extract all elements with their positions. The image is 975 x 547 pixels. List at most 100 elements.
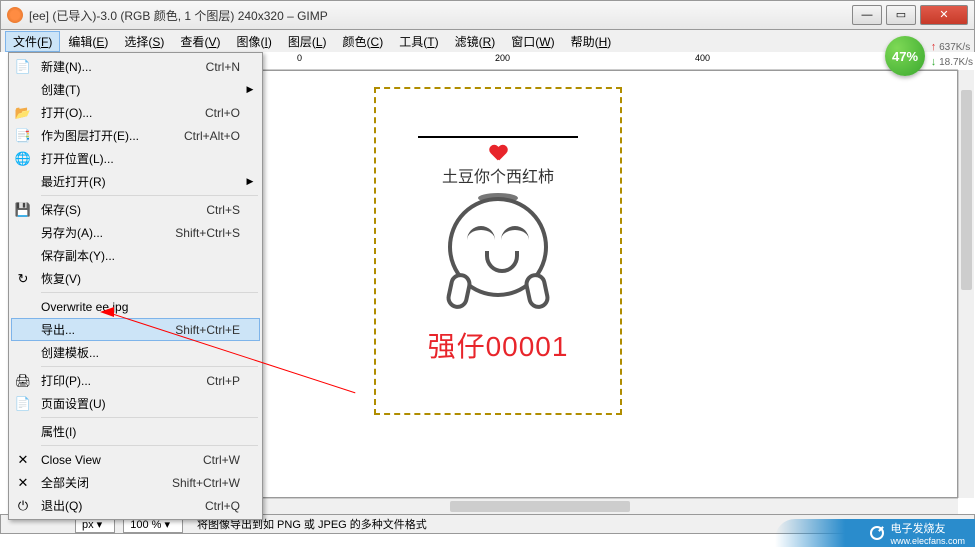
menu-item-8[interactable]: 另存为(A)... Shift+Ctrl+S — [11, 221, 260, 244]
menu-item-label: 打印(P)... — [33, 372, 206, 389]
menu-item-shortcut: Ctrl+S — [206, 203, 244, 217]
window-title: [ee] (已导入)-3.0 (RGB 颜色, 1 个图层) 240x320 –… — [29, 7, 852, 24]
menu-item-icon — [13, 423, 33, 441]
menu-item-icon: ✕ — [13, 451, 33, 469]
menu-item-icon: 💾 — [13, 201, 33, 219]
menu-item-label: 创建模板... — [33, 344, 240, 361]
menu-item-icon — [13, 224, 33, 242]
menu-item-icon: ↻ — [13, 270, 33, 288]
menu-item-label: 属性(I) — [33, 423, 240, 440]
window-titlebar: [ee] (已导入)-3.0 (RGB 颜色, 1 个图层) 240x320 –… — [0, 0, 975, 30]
heart-icon — [489, 144, 507, 162]
menu-filters[interactable]: 滤镜(R) — [447, 31, 504, 52]
menu-item-5[interactable]: 最近打开(R) ▶ — [11, 170, 260, 193]
menu-item-icon: 🌐 — [13, 150, 33, 168]
menu-item-label: 打开位置(L)... — [33, 150, 240, 167]
emoji-face — [443, 197, 553, 307]
menu-item-icon: 📂 — [13, 104, 33, 122]
menu-item-21[interactable]: ✕ Close View Ctrl+W — [11, 448, 260, 471]
menu-help[interactable]: 帮助(H) — [563, 31, 620, 52]
window-controls: — ▭ ✕ — [852, 5, 968, 25]
menu-item-shortcut: Ctrl+N — [206, 60, 244, 74]
menu-item-9[interactable]: 保存副本(Y)... — [11, 244, 260, 267]
close-button[interactable]: ✕ — [920, 5, 968, 25]
menu-item-icon: ✕ — [13, 474, 33, 492]
menu-item-4[interactable]: 🌐 打开位置(L)... — [11, 147, 260, 170]
menu-item-7[interactable]: 💾 保存(S) Ctrl+S — [11, 198, 260, 221]
menu-item-label: 保存副本(Y)... — [33, 247, 240, 264]
menu-window[interactable]: 窗口(W) — [503, 31, 562, 52]
canvas-content: 土豆你个西红柿 强仔00001 — [378, 136, 618, 456]
scrollbar-thumb[interactable] — [961, 90, 972, 290]
menu-select[interactable]: 选择(S) — [116, 31, 172, 52]
menu-item-19[interactable]: 属性(I) — [11, 420, 260, 443]
menu-item-icon — [13, 298, 33, 316]
menu-item-label: 新建(N)... — [33, 58, 206, 75]
menu-item-shortcut: Ctrl+Alt+O — [184, 129, 244, 143]
horizontal-ruler: 0 200 400 600 — [263, 52, 958, 70]
watermark-icon — [870, 526, 884, 540]
menu-item-label: 退出(Q) — [33, 497, 205, 514]
menu-item-shortcut: Ctrl+O — [205, 106, 244, 120]
menu-item-label: 创建(T) — [33, 81, 240, 98]
menu-item-23[interactable]: ⏻ 退出(Q) Ctrl+Q — [11, 494, 260, 517]
menu-item-label: Close View — [33, 453, 203, 467]
file-menu-dropdown: 📄 新建(N)... Ctrl+N 创建(T) ▶📂 打开(O)... Ctrl… — [8, 52, 263, 520]
menu-item-label: 恢复(V) — [33, 270, 240, 287]
menu-item-icon: 📄 — [13, 395, 33, 413]
vertical-scrollbar[interactable] — [958, 70, 974, 498]
menu-item-2[interactable]: 📂 打开(O)... Ctrl+O — [11, 101, 260, 124]
image-canvas[interactable]: 土豆你个西红柿 强仔00001 — [378, 91, 618, 411]
menu-item-shortcut: Shift+Ctrl+S — [175, 226, 244, 240]
canvas-signature: 强仔00001 — [378, 325, 618, 365]
menu-item-label: 作为图层打开(E)... — [33, 127, 184, 144]
menu-item-0[interactable]: 📄 新建(N)... Ctrl+N — [11, 55, 260, 78]
menu-image[interactable]: 图像(I) — [228, 31, 279, 52]
maximize-button[interactable]: ▭ — [886, 5, 916, 25]
menu-item-label: 打开(O)... — [33, 104, 205, 121]
menu-item-icon — [13, 247, 33, 265]
menu-item-shortcut: Ctrl+Q — [205, 499, 244, 513]
menu-item-icon — [13, 173, 33, 191]
watermark-title: 电子发烧友 — [890, 520, 965, 536]
menu-item-label: Overwrite ee.jpg — [33, 300, 240, 314]
annotation-arrowhead — [100, 307, 114, 317]
app-icon — [7, 7, 23, 23]
menu-item-1[interactable]: 创建(T) ▶ — [11, 78, 260, 101]
menu-item-label: 另存为(A)... — [33, 224, 175, 241]
menu-tools[interactable]: 工具(T) — [391, 31, 446, 52]
submenu-arrow-icon: ▶ — [244, 176, 256, 187]
menu-item-12[interactable]: Overwrite ee.jpg — [11, 295, 260, 318]
menu-layer[interactable]: 图层(L) — [280, 31, 335, 52]
menu-item-icon — [13, 344, 33, 362]
menu-item-10[interactable]: ↻ 恢复(V) — [11, 267, 260, 290]
menu-item-icon: 📄 — [13, 58, 33, 76]
menu-view[interactable]: 查看(V) — [172, 31, 228, 52]
menu-item-icon: 📑 — [13, 127, 33, 145]
menu-item-17[interactable]: 📄 页面设置(U) — [11, 392, 260, 415]
menu-item-shortcut: Ctrl+P — [206, 374, 244, 388]
canvas-caption: 土豆你个西红柿 — [378, 163, 618, 187]
scrollbar-thumb[interactable] — [450, 501, 630, 512]
menu-item-shortcut: Shift+Ctrl+W — [172, 476, 244, 490]
network-speed: ↑ 637K/s ↓ 18.7K/s — [931, 40, 973, 70]
menu-item-icon: 🖨 — [13, 372, 33, 390]
menu-item-label: 最近打开(R) — [33, 173, 240, 190]
menu-item-label: 页面设置(U) — [33, 395, 240, 412]
menu-item-icon — [13, 81, 33, 99]
menu-item-14[interactable]: 创建模板... — [11, 341, 260, 364]
menu-file[interactable]: 文件(F) — [5, 31, 60, 52]
watermark: 电子发烧友 www.elecfans.com — [775, 519, 975, 547]
menu-item-label: 全部关闭 — [33, 474, 172, 491]
menu-edit[interactable]: 编辑(E) — [60, 31, 116, 52]
menu-item-22[interactable]: ✕ 全部关闭 Shift+Ctrl+W — [11, 471, 260, 494]
minimize-button[interactable]: — — [852, 5, 882, 25]
download-badge: 47% — [885, 36, 925, 76]
menu-item-3[interactable]: 📑 作为图层打开(E)... Ctrl+Alt+O — [11, 124, 260, 147]
menu-item-16[interactable]: 🖨 打印(P)... Ctrl+P — [11, 369, 260, 392]
menu-item-label: 导出... — [33, 321, 175, 338]
menu-item-icon: ⏻ — [13, 497, 33, 515]
menu-item-shortcut: Ctrl+W — [203, 453, 244, 467]
menu-color[interactable]: 颜色(C) — [335, 31, 392, 52]
decorative-line — [418, 136, 578, 138]
